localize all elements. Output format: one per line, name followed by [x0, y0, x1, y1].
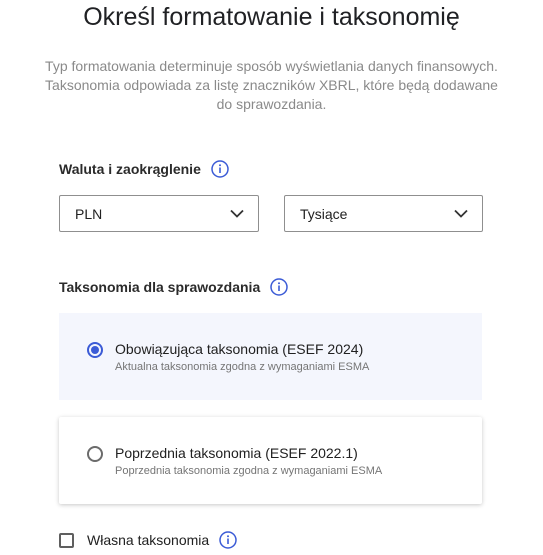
- taxonomy-section-title: Taksonomia dla sprawozdania: [59, 279, 261, 295]
- rounding-select[interactable]: Tysiące: [284, 195, 483, 232]
- info-icon[interactable]: [270, 278, 288, 296]
- taxonomy-option-subtitle: Aktualna taksonomia zgodna z wymaganiami…: [115, 361, 370, 373]
- custom-taxonomy-checkbox[interactable]: [59, 532, 74, 548]
- currency-select-value: PLN: [75, 205, 103, 222]
- taxonomy-option-esef-2024[interactable]: Obowiązująca taksonomia (ESEF 2024) Aktu…: [59, 313, 482, 400]
- chevron-down-icon: [230, 209, 244, 218]
- custom-taxonomy-label[interactable]: Własna taksonomia: [87, 532, 209, 548]
- taxonomy-option-title: Obowiązująca taksonomia (ESEF 2024): [115, 341, 364, 357]
- currency-section-title: Waluta i zaokrąglenie: [59, 161, 201, 177]
- taxonomy-option-title: Poprzednia taksonomia (ESEF 2022.1): [115, 445, 358, 461]
- taxonomy-option-text: Poprzednia taksonomia (ESEF 2022.1) Popr…: [115, 444, 382, 478]
- rounding-select-value: Tysiące: [300, 205, 348, 222]
- info-icon[interactable]: [219, 531, 237, 549]
- custom-taxonomy-row: Własna taksonomia: [59, 531, 237, 549]
- radio-button-selected[interactable]: [87, 342, 103, 358]
- radio-button[interactable]: [87, 446, 103, 462]
- currency-select[interactable]: PLN: [59, 195, 259, 232]
- taxonomy-option-esef-2022[interactable]: Poprzednia taksonomia (ESEF 2022.1) Popr…: [59, 417, 482, 504]
- currency-section-label: Waluta i zaokrąglenie: [59, 160, 229, 178]
- taxonomy-section-label: Taksonomia dla sprawozdania: [59, 278, 288, 296]
- taxonomy-option-text: Obowiązująca taksonomia (ESEF 2024) Aktu…: [115, 340, 369, 374]
- chevron-down-icon: [454, 209, 468, 218]
- taxonomy-option-subtitle: Poprzednia taksonomia zgodna z wymagania…: [115, 465, 383, 477]
- page-title: Określ formatowanie i taksonomię: [83, 3, 460, 31]
- page-description: Typ formatowania determinuje sposób wyśw…: [45, 58, 498, 112]
- info-icon[interactable]: [211, 160, 229, 178]
